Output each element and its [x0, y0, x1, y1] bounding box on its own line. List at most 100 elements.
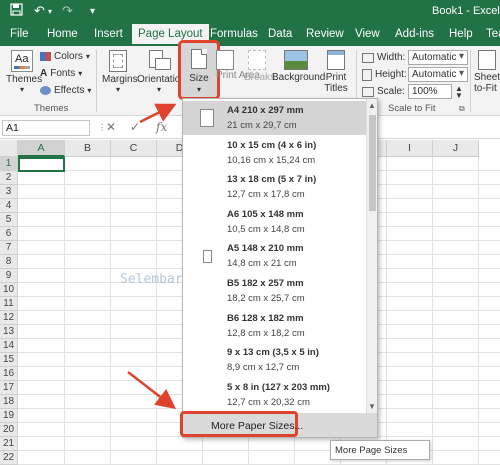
- menu-scrollbar[interactable]: ▲ ▼: [366, 99, 377, 415]
- scroll-up-icon[interactable]: ▲: [368, 101, 376, 110]
- row-header[interactable]: 5: [0, 213, 18, 227]
- dialog-launcher-icon[interactable]: ⧉: [459, 104, 465, 114]
- width-dropdown[interactable]: Automatic: [408, 50, 468, 65]
- title-bar: ↶ ▾ ↷ ▾ Book1 - Excel: [0, 0, 500, 24]
- row-header[interactable]: 6: [0, 227, 18, 241]
- more-paper-sizes-button[interactable]: More Paper Sizes...: [180, 411, 303, 437]
- paper-size-name: 9 x 13 cm (3,5 x 5 in): [227, 347, 319, 359]
- scale-input[interactable]: 100%: [408, 84, 452, 99]
- chevron-down-icon: ▾: [87, 86, 92, 95]
- row-header[interactable]: 11: [0, 297, 18, 311]
- tab-help[interactable]: Help: [449, 28, 473, 40]
- paper-size-dimensions: 12,7 cm x 17,8 cm: [227, 189, 305, 201]
- row-header[interactable]: 3: [0, 185, 18, 199]
- scale-spinner[interactable]: ▲ ▼: [455, 84, 463, 99]
- more-icon: ⋮: [98, 123, 106, 132]
- selected-cell[interactable]: [18, 157, 65, 172]
- row-header[interactable]: 16: [0, 367, 18, 381]
- row-header[interactable]: 15: [0, 353, 18, 367]
- customize-toolbar-icon[interactable]: ▾: [90, 6, 95, 17]
- themes-group-label: Themes: [34, 103, 69, 114]
- redo-icon[interactable]: ↷: [62, 3, 73, 19]
- print-titles-button[interactable]: Print Titles: [322, 50, 350, 94]
- row-header[interactable]: 21: [0, 437, 18, 451]
- row-header[interactable]: 19: [0, 409, 18, 423]
- chevron-down-icon: ▾: [85, 52, 90, 61]
- themes-icon: Aa: [11, 50, 33, 72]
- row-header[interactable]: 10: [0, 283, 18, 297]
- themes-button[interactable]: Aa Themes ▾: [6, 50, 42, 94]
- print-titles-icon: [327, 50, 345, 70]
- paper-size-option[interactable]: 13 x 18 cm (5 x 7 in) 12,7 cm x 17,8 cm: [183, 170, 367, 204]
- undo-icon[interactable]: ↶: [34, 3, 45, 19]
- fonts-button[interactable]: A Fonts ▾: [40, 68, 82, 79]
- size-button[interactable]: Size ▾: [178, 40, 220, 100]
- row-header[interactable]: 9: [0, 269, 18, 283]
- tab-view[interactable]: View: [355, 28, 380, 40]
- check-icon[interactable]: ✓: [130, 120, 140, 134]
- tab-data[interactable]: Data: [268, 28, 292, 40]
- row-header[interactable]: 14: [0, 339, 18, 353]
- scroll-down-icon[interactable]: ▼: [368, 402, 376, 411]
- save-icon[interactable]: [10, 3, 23, 19]
- row-header[interactable]: 17: [0, 381, 18, 395]
- paper-size-option[interactable]: 10 x 15 cm (4 x 6 in) 10,16 cm x 15,24 cm: [183, 136, 367, 170]
- height-icon: [362, 68, 372, 81]
- column-header[interactable]: J: [433, 140, 479, 157]
- row-header[interactable]: 8: [0, 255, 18, 269]
- paper-size-option[interactable]: 9 x 13 cm (3,5 x 5 in) 8,9 cm x 12,7 cm: [183, 343, 367, 377]
- paper-size-option[interactable]: B5 182 x 257 mm 18,2 cm x 25,7 cm: [183, 274, 367, 308]
- background-button[interactable]: Background: [272, 50, 325, 83]
- breaks-button[interactable]: Breaks: [244, 50, 275, 83]
- paper-size-option[interactable]: A5 148 x 210 mm 14,8 cm x 21 cm: [183, 239, 367, 273]
- group-separator: [96, 50, 97, 112]
- margins-button[interactable]: Margins ▾: [102, 50, 138, 94]
- row-header[interactable]: 13: [0, 325, 18, 339]
- row-header[interactable]: 2: [0, 171, 18, 185]
- scale-icon: [362, 86, 374, 97]
- tab-formulas[interactable]: Formulas: [210, 28, 258, 40]
- paper-icon: [201, 179, 213, 195]
- row-header[interactable]: 22: [0, 451, 18, 465]
- tab-file[interactable]: File: [10, 28, 29, 40]
- column-header[interactable]: A: [18, 140, 65, 157]
- column-header[interactable]: B: [65, 140, 111, 157]
- paper-size-option[interactable]: B6 128 x 182 mm 12,8 cm x 18,2 cm: [183, 309, 367, 343]
- fx-icon[interactable]: fx: [156, 120, 167, 134]
- paper-size-menu: A4 210 x 297 mm 21 cm x 29,7 cm 10 x 15 cm…: [182, 98, 378, 438]
- undo-dropdown-icon[interactable]: ▾: [48, 7, 52, 16]
- paper-size-dimensions: 10,5 cm x 14,8 cm: [227, 223, 305, 235]
- paper-size-name: B5 182 x 257 mm: [227, 278, 304, 289]
- row-header[interactable]: 1: [0, 157, 18, 171]
- tab-review[interactable]: Review: [306, 28, 344, 40]
- tab-insert[interactable]: Insert: [94, 28, 123, 40]
- row-header[interactable]: 18: [0, 395, 18, 409]
- effects-button[interactable]: Effects ▾: [40, 85, 91, 96]
- print-area-icon: [216, 50, 234, 70]
- tab-team[interactable]: Tea: [486, 28, 500, 40]
- colors-button[interactable]: Colors ▾: [40, 51, 90, 62]
- row-header[interactable]: 12: [0, 311, 18, 325]
- row-header[interactable]: 4: [0, 199, 18, 213]
- select-all-corner[interactable]: [0, 140, 18, 157]
- paper-size-option[interactable]: A4 210 x 297 mm 21 cm x 29,7 cm: [183, 101, 367, 135]
- height-dropdown[interactable]: Automatic: [408, 67, 468, 82]
- print-area-button[interactable]: Print Area: [216, 50, 260, 81]
- sheet-options-button[interactable]: Sheet to-Fit: [474, 50, 500, 94]
- column-header[interactable]: C: [111, 140, 157, 157]
- window-title: Book1 - Excel: [432, 5, 500, 17]
- orientation-button[interactable]: Orientation ▾: [137, 50, 186, 94]
- name-box[interactable]: A1: [2, 120, 90, 136]
- tab-home[interactable]: Home: [47, 28, 78, 40]
- paper-size-option[interactable]: A6 105 x 148 mm 10,5 cm x 14,8 cm: [183, 205, 367, 239]
- close-icon[interactable]: ✕: [106, 120, 116, 134]
- paper-icon: [202, 319, 212, 332]
- tab-add-ins[interactable]: Add-ins: [395, 28, 434, 40]
- column-header[interactable]: I: [387, 140, 433, 157]
- paper-size-name: B6 128 x 182 mm: [227, 312, 304, 324]
- margins-icon: [109, 50, 127, 72]
- row-header[interactable]: 7: [0, 241, 18, 255]
- row-header[interactable]: 20: [0, 423, 18, 437]
- scroll-thumb[interactable]: [369, 115, 376, 211]
- paper-size-option[interactable]: 5 x 8 in (127 x 203 mm) 12,7 cm x 20,32 c…: [183, 378, 367, 412]
